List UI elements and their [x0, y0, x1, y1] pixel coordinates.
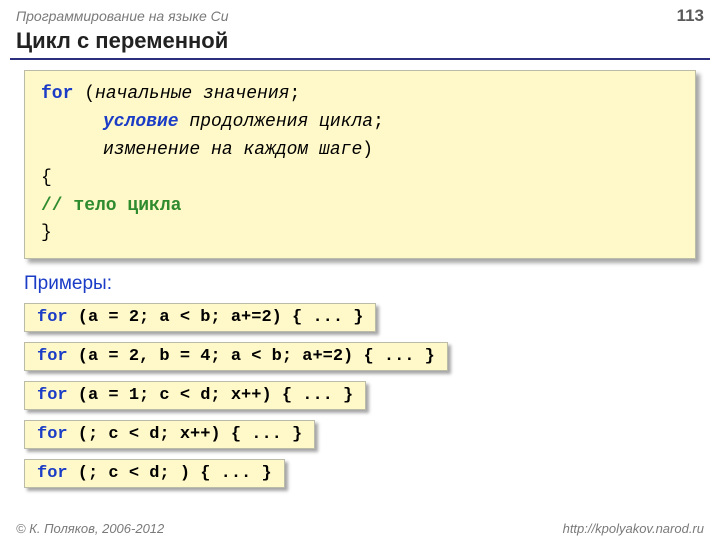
course-name: Программирование на языке Си — [16, 8, 229, 24]
keyword-for: for — [37, 386, 68, 405]
step-text: изменение на каждом шаге — [103, 140, 362, 160]
condition-keyword: условие — [103, 112, 179, 132]
keyword-for: for — [37, 308, 68, 327]
keyword-for: for — [37, 425, 68, 444]
title-rule — [10, 58, 710, 60]
example-5: for (; c < d; ) { ... } — [24, 459, 285, 488]
example-4: for (; c < d; x++) { ... } — [24, 420, 315, 449]
syntax-box: for (начальные значения; условие продолж… — [24, 70, 696, 259]
slide-title: Цикл с переменной — [0, 28, 720, 58]
condition-rest: продолжения цикла — [179, 112, 373, 132]
init-text: начальные значения — [95, 84, 289, 104]
example-1: for (a = 2; a < b; a+=2) { ... } — [24, 303, 376, 332]
example-code: (a = 2, b = 4; a < b; a+=2) { ... } — [68, 347, 435, 366]
example-code: (a = 1; c < d; x++) { ... } — [68, 386, 354, 405]
examples-label: Примеры: — [24, 273, 696, 295]
copyright: © К. Поляков, 2006-2012 — [16, 521, 164, 536]
page-number: 113 — [677, 6, 704, 26]
keyword-for: for — [37, 464, 68, 483]
slide-footer: © К. Поляков, 2006-2012 http://kpolyakov… — [0, 521, 720, 536]
slide-header: Программирование на языке Си 113 — [0, 0, 720, 28]
body-comment: // тело цикла — [41, 193, 679, 221]
semicolon-2: ; — [373, 112, 384, 132]
paren-close: ) — [362, 140, 373, 160]
syntax-line-2: условие продолжения цикла; — [41, 109, 679, 137]
example-code: (; c < d; ) { ... } — [68, 464, 272, 483]
brace-open: { — [41, 165, 679, 193]
example-code: (a = 2; a < b; a+=2) { ... } — [68, 308, 364, 327]
example-2: for (a = 2, b = 4; a < b; a+=2) { ... } — [24, 342, 448, 371]
slide-content: for (начальные значения; условие продолж… — [0, 70, 720, 498]
syntax-line-1: for (начальные значения; — [41, 81, 679, 109]
syntax-line-3: изменение на каждом шаге) — [41, 137, 679, 165]
keyword-for: for — [41, 84, 73, 104]
example-3: for (a = 1; c < d; x++) { ... } — [24, 381, 366, 410]
paren-open: ( — [73, 84, 95, 104]
brace-close: } — [41, 220, 679, 248]
keyword-for: for — [37, 347, 68, 366]
example-code: (; c < d; x++) { ... } — [68, 425, 303, 444]
semicolon-1: ; — [289, 84, 300, 104]
footer-url: http://kpolyakov.narod.ru — [563, 521, 704, 536]
